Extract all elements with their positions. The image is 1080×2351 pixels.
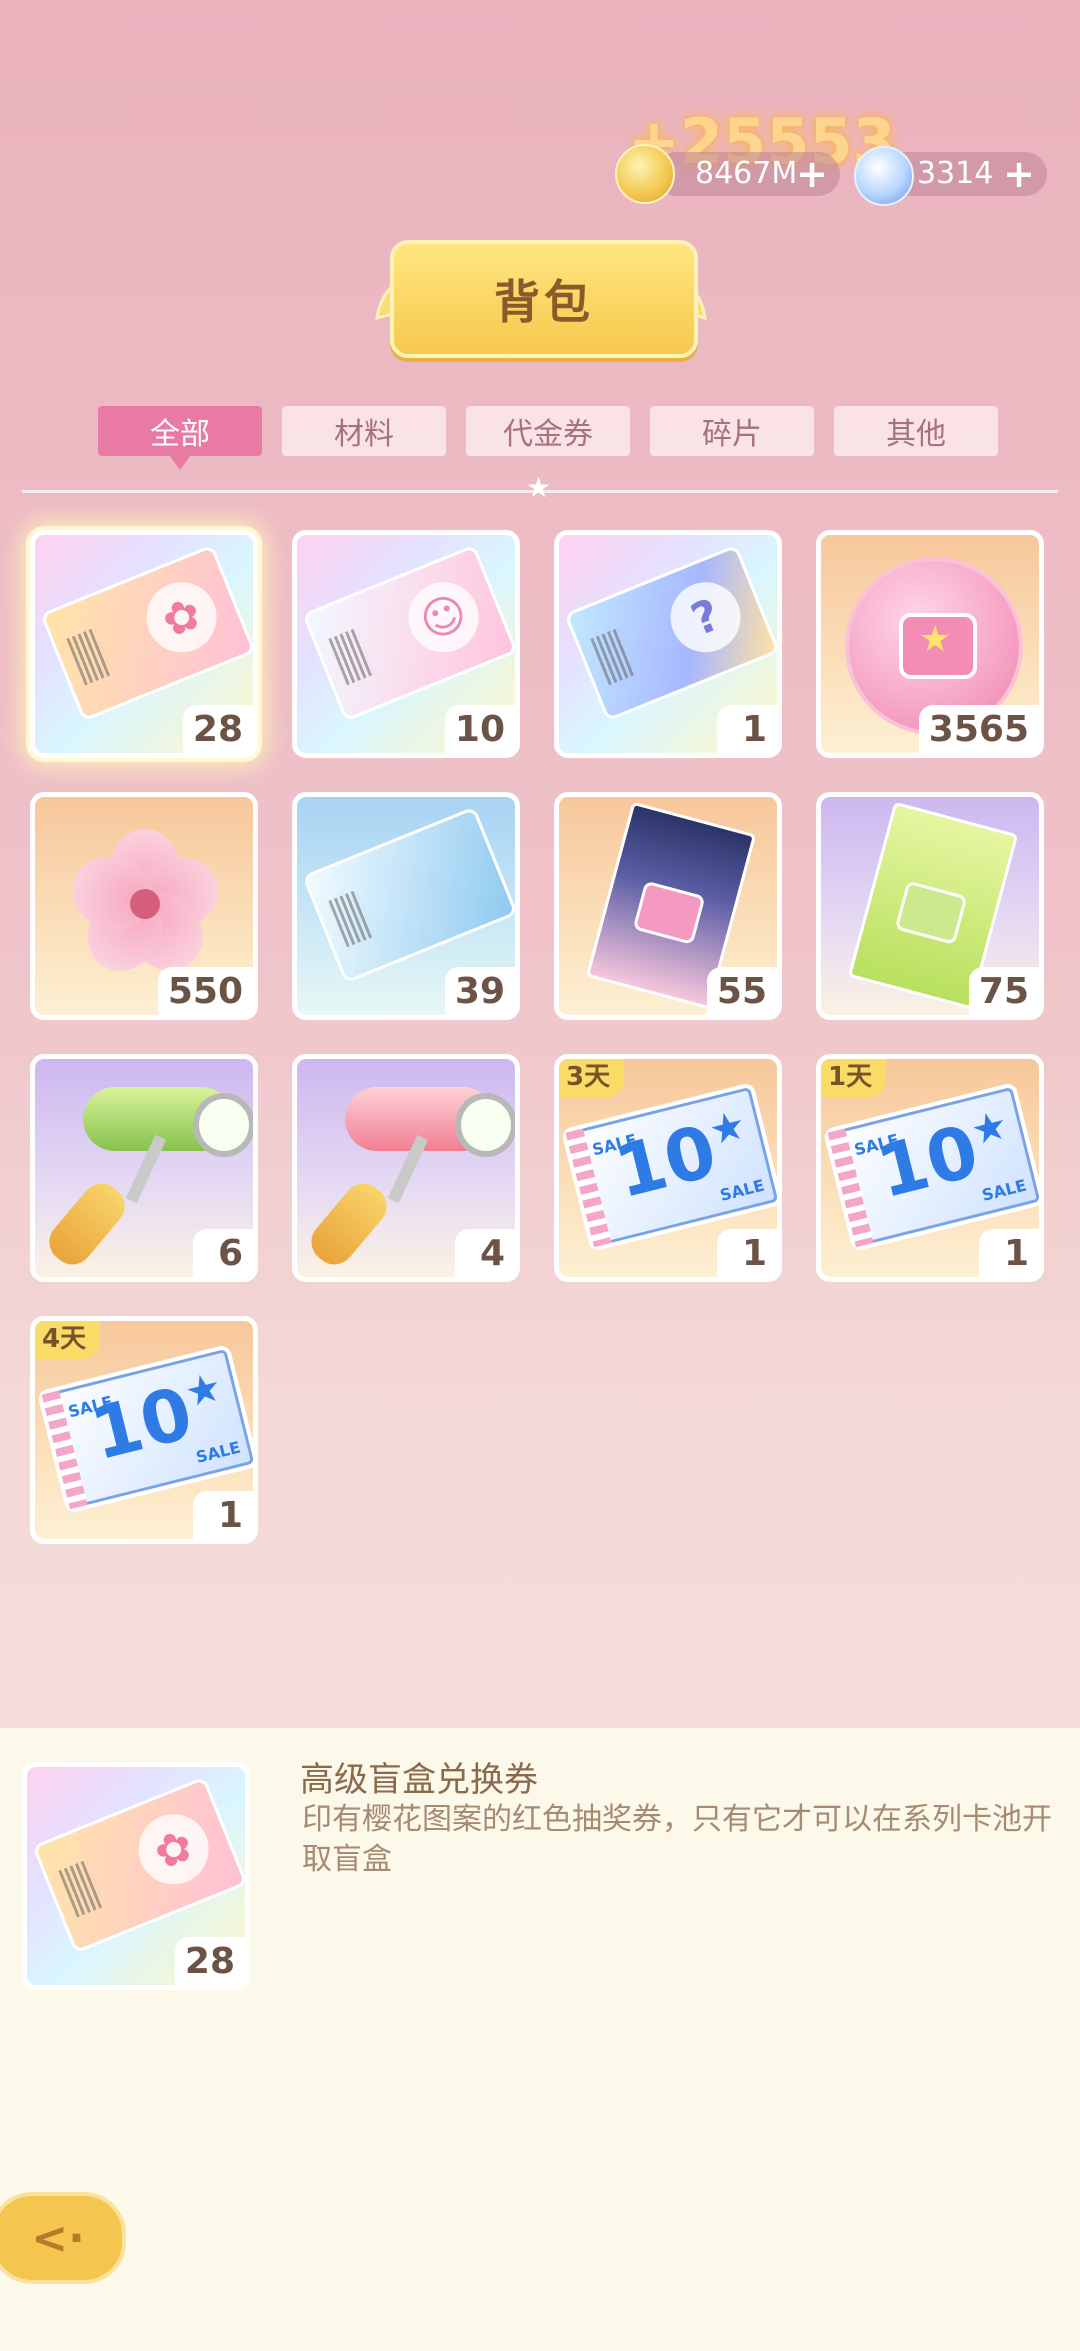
- inventory-item-sakura-flower[interactable]: 550: [30, 792, 258, 1020]
- crystal-value: 3314: [917, 156, 994, 191]
- item-count: 28: [182, 705, 253, 753]
- item-count: 6: [193, 1229, 253, 1277]
- detail-item-count: 28: [174, 1937, 245, 1985]
- inventory-item-mystery-ticket[interactable]: ? 1: [554, 530, 782, 758]
- crystal-currency: 3314 +: [854, 146, 1047, 206]
- gold-value: 8467M: [695, 156, 798, 191]
- crystal-add-button[interactable]: +: [1003, 152, 1035, 196]
- gold-coin-icon: [615, 144, 675, 204]
- inventory-item-pink-roller[interactable]: 4: [292, 1054, 520, 1282]
- detail-item-name: 高级盲盒兑换券: [300, 1760, 538, 1800]
- detail-item-thumbnail: ✿ 28: [22, 1762, 250, 1990]
- tab-all[interactable]: 全部: [98, 406, 262, 470]
- inventory-item-sakura-ticket[interactable]: ☺ 10: [292, 530, 520, 758]
- inventory-grid: ✿ 28 ☺ 10 ? 1 ★ 3565 550 39 55 75 6 4 SA…: [30, 530, 1050, 1544]
- item-count: 1: [193, 1491, 253, 1539]
- expiry-badge: 3天: [559, 1059, 625, 1097]
- inventory-item-premium-ticket[interactable]: ✿ 28: [30, 530, 258, 758]
- tab-vouchers[interactable]: 代金券: [466, 406, 630, 456]
- inventory-item-green-roller[interactable]: 6: [30, 1054, 258, 1282]
- item-count: 3565: [918, 705, 1039, 753]
- tab-fragments[interactable]: 碎片: [650, 406, 814, 456]
- snowflake-crystal-icon: [854, 146, 914, 206]
- item-count: 4: [455, 1229, 515, 1277]
- inventory-item-navy-long-ticket[interactable]: 55: [554, 792, 782, 1020]
- expiry-badge: 4天: [35, 1321, 101, 1359]
- inventory-item-sale-voucher[interactable]: SALE 10 ★ SALE 1天 1: [816, 1054, 1044, 1282]
- expiry-badge: 1天: [821, 1059, 887, 1097]
- category-tabs: 全部 材料 代金券 碎片 其他: [98, 406, 998, 470]
- item-count: 1: [979, 1229, 1039, 1277]
- tab-others[interactable]: 其他: [834, 406, 998, 456]
- item-count: 55: [706, 967, 777, 1015]
- gold-add-button[interactable]: +: [796, 152, 828, 196]
- item-count: 10: [444, 705, 515, 753]
- item-count: 1: [717, 1229, 777, 1277]
- inventory-item-green-long-ticket[interactable]: 75: [816, 792, 1044, 1020]
- back-arrow-icon: <·: [31, 2212, 85, 2264]
- item-count: 1: [717, 705, 777, 753]
- page-title: 背包: [494, 275, 594, 329]
- back-button[interactable]: <·: [0, 2192, 126, 2284]
- item-count: 550: [157, 967, 253, 1015]
- inventory-item-blue-ticket[interactable]: 39: [292, 792, 520, 1020]
- gold-currency: 8467M +: [615, 144, 840, 204]
- inventory-item-bag-coin[interactable]: ★ 3565: [816, 530, 1044, 758]
- tab-materials[interactable]: 材料: [282, 406, 446, 456]
- divider-star-icon: ★: [526, 471, 552, 504]
- inventory-item-sale-voucher[interactable]: SALE 10 ★ SALE 4天 1: [30, 1316, 258, 1544]
- sakura-flower-icon: [60, 819, 230, 989]
- inventory-item-sale-voucher[interactable]: SALE 10 ★ SALE 3天 1: [554, 1054, 782, 1282]
- item-count: 75: [968, 967, 1039, 1015]
- page-title-badge: 背包: [390, 240, 698, 358]
- detail-item-description: 印有樱花图案的红色抽奖券，只有它才可以在系列卡池开取盲盒: [302, 1802, 1052, 1877]
- item-count: 39: [444, 967, 515, 1015]
